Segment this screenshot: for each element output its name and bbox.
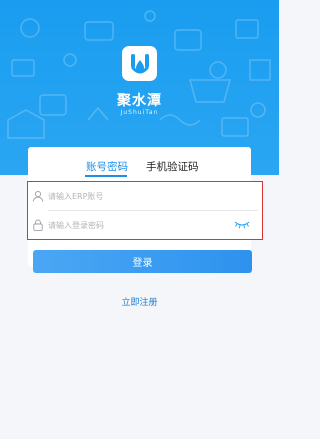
eye-closed-icon[interactable] bbox=[234, 220, 250, 230]
app-logo bbox=[122, 46, 157, 81]
tab-account-password[interactable]: 账号密码 bbox=[86, 159, 128, 174]
active-tab-indicator bbox=[85, 175, 127, 177]
login-button[interactable]: 登录 bbox=[33, 250, 252, 273]
account-input[interactable] bbox=[48, 187, 228, 205]
water-drop-icon bbox=[130, 53, 149, 73]
register-link[interactable]: 立即注册 bbox=[0, 295, 279, 308]
user-icon bbox=[32, 190, 44, 202]
credentials-group bbox=[27, 181, 263, 240]
tab-sms-code[interactable]: 手机验证码 bbox=[146, 159, 199, 174]
password-input[interactable] bbox=[48, 216, 228, 234]
password-field bbox=[28, 211, 261, 239]
account-field bbox=[28, 182, 261, 210]
brand-name: 聚水潭 bbox=[117, 93, 162, 109]
brand-subtitle: JuShuiTan bbox=[120, 109, 159, 116]
lock-icon bbox=[33, 219, 43, 231]
login-tabs: 账号密码 手机验证码 bbox=[28, 147, 251, 179]
